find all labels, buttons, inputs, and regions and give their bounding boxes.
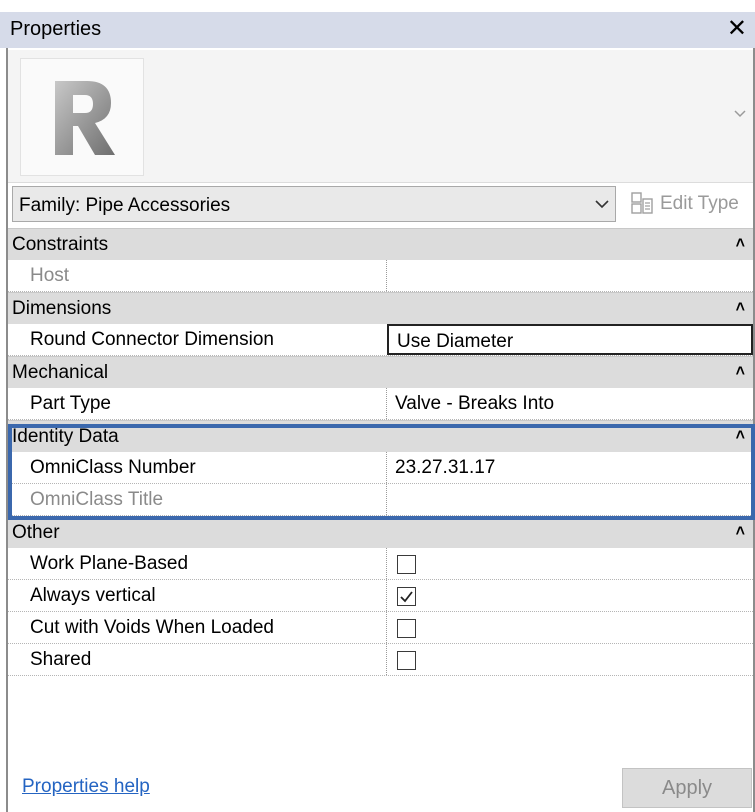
- family-selector-label: Family: Pipe Accessories: [19, 195, 231, 216]
- revit-r-logo-icon: [20, 58, 144, 176]
- edit-type-icon: [631, 192, 653, 214]
- group-name: Dimensions: [12, 298, 112, 319]
- property-label: Host: [30, 265, 70, 286]
- family-selector[interactable]: Family: Pipe Accessories: [12, 186, 616, 222]
- group-header-mechanical[interactable]: Mechanical ˄: [8, 356, 753, 388]
- group-name: Constraints: [12, 234, 109, 255]
- close-icon[interactable]: ✕: [727, 15, 747, 43]
- property-label: Shared: [30, 649, 92, 670]
- property-row-part-type[interactable]: Part Type Valve - Breaks Into: [8, 388, 753, 420]
- group-header-dimensions[interactable]: Dimensions ˄: [8, 292, 753, 324]
- property-value-field: [386, 644, 753, 675]
- property-row-cut-with-voids[interactable]: Cut with Voids When Loaded: [8, 612, 753, 644]
- properties-grid: Constraints ˄ Host Dimensions ˄ Round Co…: [8, 228, 753, 676]
- group-name: Mechanical: [12, 362, 109, 383]
- property-value-field[interactable]: Valve - Breaks Into: [386, 388, 753, 419]
- property-row-round-connector-dimension[interactable]: Round Connector Dimension Use Diameter: [8, 324, 753, 356]
- checkbox[interactable]: [397, 587, 416, 606]
- collapse-chevron-icon[interactable]: ˄: [736, 523, 745, 541]
- edit-type-button[interactable]: Edit Type: [624, 186, 753, 222]
- property-label: OmniClass Number: [30, 457, 196, 478]
- properties-panel: Properties ✕ Family: Pipe Accessories Ed…: [0, 0, 755, 812]
- property-value-field[interactable]: [386, 484, 753, 515]
- property-value-field[interactable]: [386, 260, 753, 291]
- collapse-chevron-icon[interactable]: ˄: [736, 427, 745, 445]
- property-label: Always vertical: [30, 585, 156, 606]
- apply-button[interactable]: Apply: [622, 768, 752, 808]
- group-name: Identity Data: [12, 426, 119, 447]
- panel-title: Properties: [10, 18, 102, 40]
- property-row-always-vertical[interactable]: Always vertical: [8, 580, 753, 612]
- group-header-other[interactable]: Other ˄: [8, 516, 753, 548]
- checkbox[interactable]: [397, 651, 416, 670]
- collapse-chevron-icon[interactable]: ˄: [736, 235, 745, 253]
- property-value-field[interactable]: 23.27.31.17: [386, 452, 753, 483]
- checkbox[interactable]: [397, 619, 416, 638]
- collapse-chevron-icon[interactable]: ˄: [736, 363, 745, 381]
- checkbox[interactable]: [397, 555, 416, 574]
- property-label: Work Plane-Based: [30, 553, 189, 574]
- property-label: Round Connector Dimension: [30, 329, 274, 350]
- property-row-shared[interactable]: Shared: [8, 644, 753, 676]
- property-row-host[interactable]: Host: [8, 260, 753, 292]
- property-value-field: [386, 548, 753, 579]
- property-row-work-plane-based[interactable]: Work Plane-Based: [8, 548, 753, 580]
- property-label: OmniClass Title: [30, 489, 164, 510]
- type-selector-row: Family: Pipe Accessories Edit Type: [8, 182, 753, 226]
- property-value-field: [386, 612, 753, 643]
- properties-help-link[interactable]: Properties help: [22, 776, 150, 798]
- property-row-omniclass-title[interactable]: OmniClass Title: [8, 484, 753, 516]
- property-label: Cut with Voids When Loaded: [30, 617, 274, 638]
- title-bar[interactable]: Properties ✕: [0, 12, 755, 48]
- collapse-chevron-icon[interactable]: ˄: [736, 299, 745, 317]
- property-label: Part Type: [30, 393, 111, 414]
- type-dropdown-arrow-icon[interactable]: [733, 106, 747, 120]
- group-header-constraints[interactable]: Constraints ˄: [8, 228, 753, 260]
- group-name: Other: [12, 522, 60, 543]
- checkmark-icon: [400, 591, 413, 603]
- chevron-down-icon: [595, 200, 609, 209]
- property-value-dropdown[interactable]: Use Diameter: [387, 324, 753, 355]
- property-row-omniclass-number[interactable]: OmniClass Number 23.27.31.17: [8, 452, 753, 484]
- group-header-identity-data[interactable]: Identity Data ˄: [8, 420, 753, 452]
- type-preview-area: [8, 50, 753, 183]
- property-value-field: [386, 580, 753, 611]
- edit-type-label: Edit Type: [660, 193, 739, 214]
